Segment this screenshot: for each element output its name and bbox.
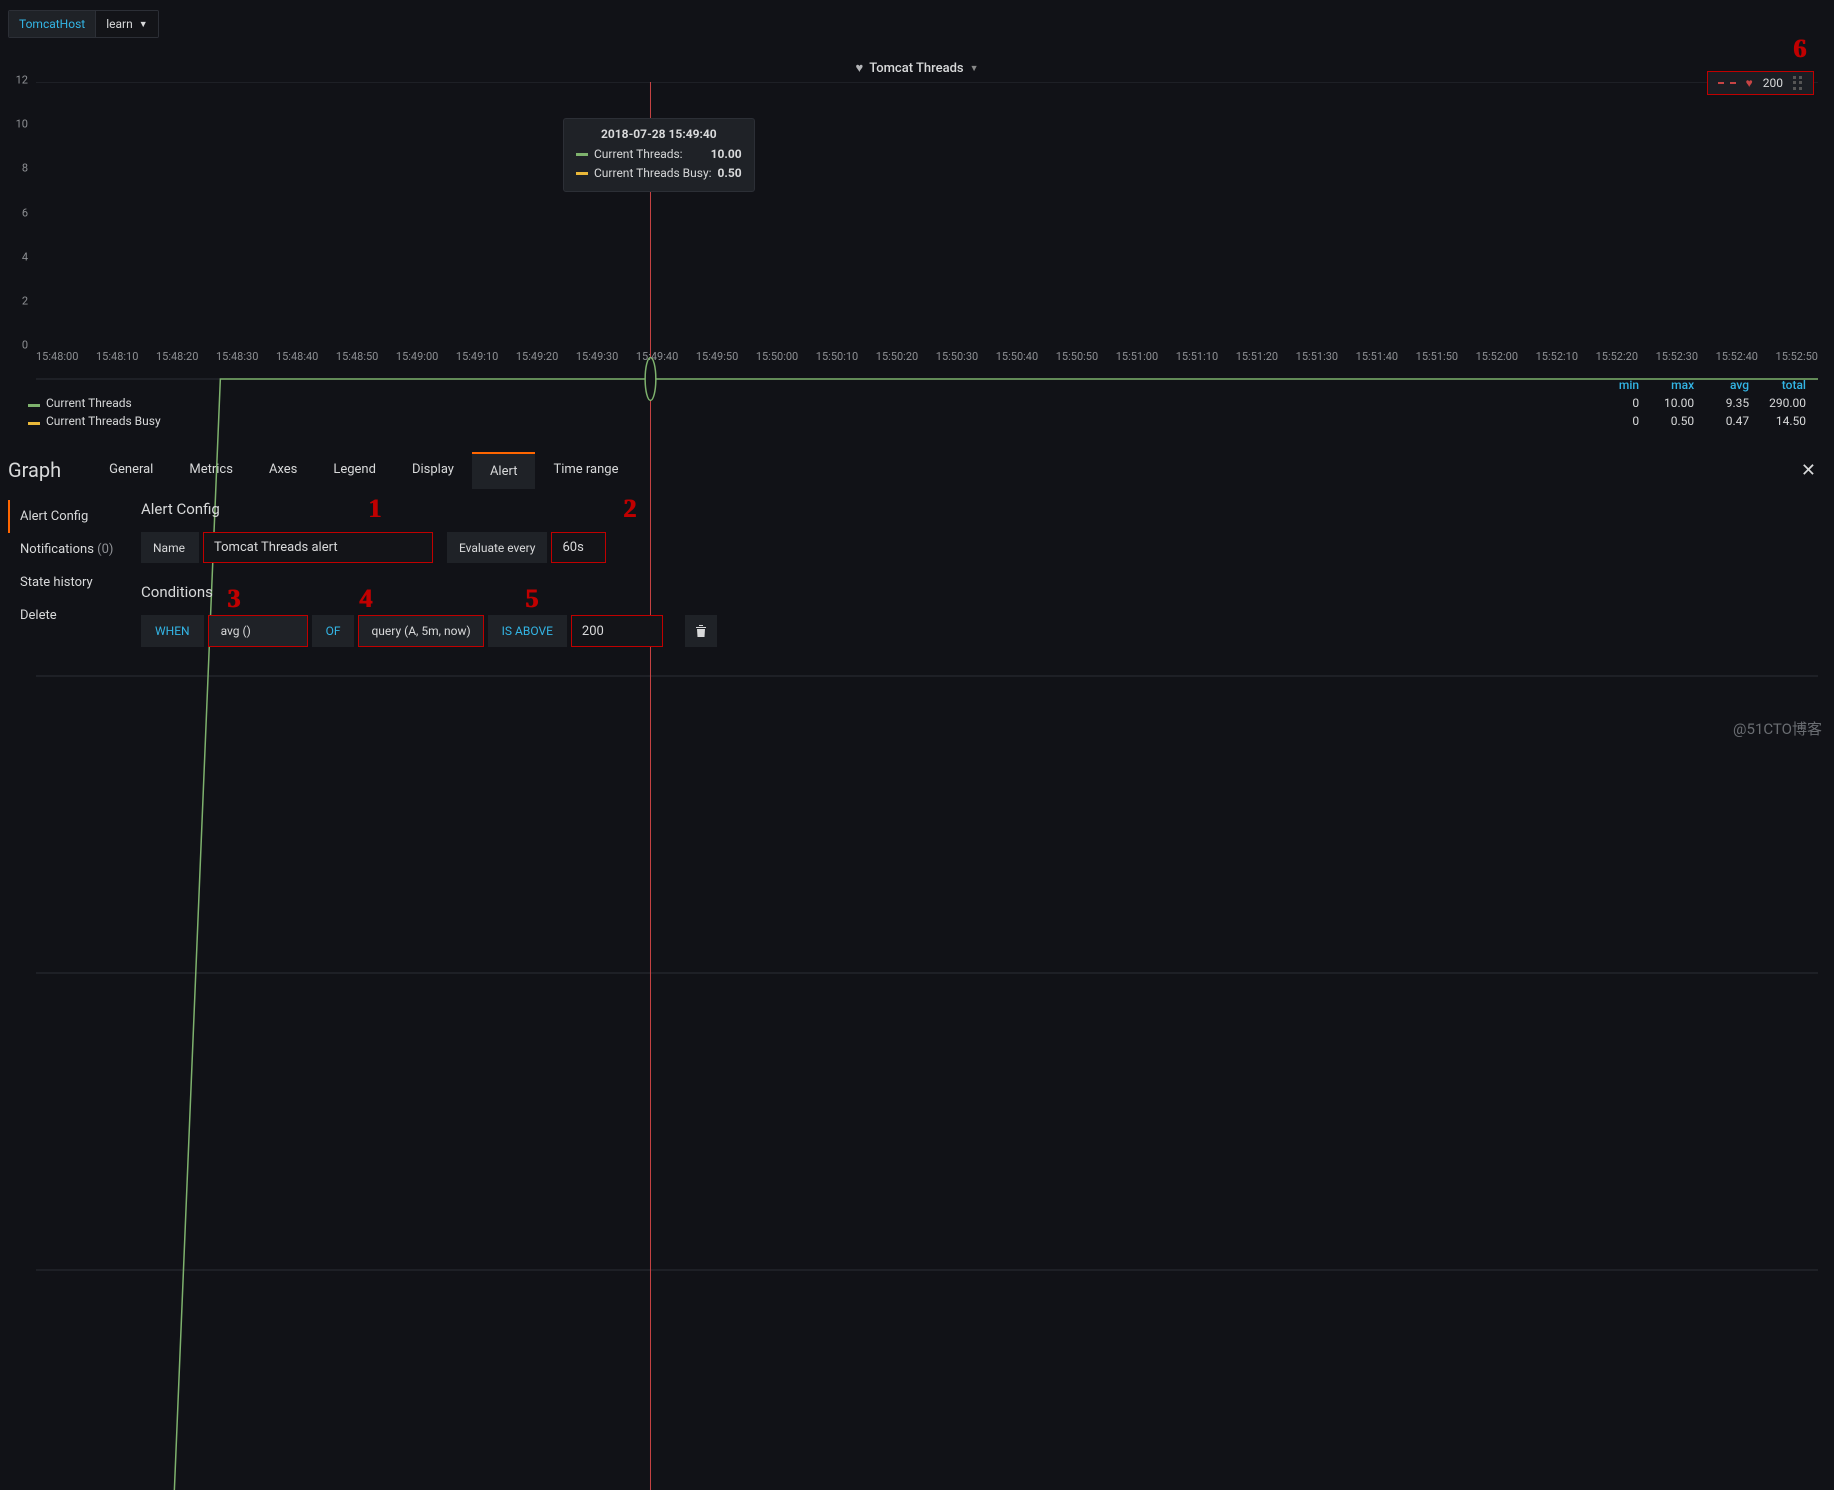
heart-break-icon: ♥ bbox=[1746, 76, 1753, 90]
trash-icon bbox=[695, 624, 707, 638]
grip-icon bbox=[1793, 76, 1803, 90]
evaluate-every-label: Evaluate every bbox=[447, 532, 547, 563]
alert-name-row: Name Evaluate every bbox=[141, 532, 1826, 563]
condition-row: WHEN avg () OF query (A, 5m, now) IS ABO… bbox=[141, 615, 1826, 647]
reducer-select[interactable]: avg () bbox=[208, 615, 308, 647]
evaluate-every-input[interactable] bbox=[551, 532, 606, 563]
of-keyword: OF bbox=[312, 615, 355, 647]
tooltip-time: 2018-07-28 15:49:40 bbox=[576, 127, 742, 141]
x-axis-labels: 15:48:0015:48:1015:48:2015:48:3015:48:40… bbox=[36, 350, 1818, 370]
chart-plot[interactable] bbox=[36, 82, 1818, 1490]
template-variable-value[interactable]: learn ▼ bbox=[96, 11, 157, 37]
chart-tooltip: 2018-07-28 15:49:40 Current Threads:10.0… bbox=[563, 118, 755, 192]
template-variable-value-text: learn bbox=[106, 17, 133, 31]
threshold-dash-icon bbox=[1718, 82, 1736, 84]
chart-area[interactable]: 024681012 2018-07-28 15:49:40 Current Th… bbox=[8, 80, 1826, 370]
watermark: @51CTO博客 bbox=[1733, 718, 1822, 739]
template-variable-bar: TomcatHost learn ▼ bbox=[0, 0, 1834, 38]
query-select[interactable]: query (A, 5m, now) bbox=[358, 615, 483, 647]
side-tabs: Alert ConfigNotifications (0)State histo… bbox=[8, 500, 123, 667]
is-above-keyword[interactable]: IS ABOVE bbox=[488, 615, 567, 647]
threshold-value: 200 bbox=[1763, 76, 1783, 90]
sidebar-item-state-history[interactable]: State history bbox=[10, 566, 123, 599]
threshold-indicator[interactable]: ♥ 200 bbox=[1707, 71, 1814, 95]
sidebar-item-alert-config[interactable]: Alert Config bbox=[10, 500, 123, 533]
alert-name-input[interactable] bbox=[203, 532, 433, 563]
name-label: Name bbox=[141, 532, 199, 563]
conditions-title: Conditions bbox=[141, 583, 1826, 601]
graph-panel: 6 ♥ Tomcat Threads ▼ ♥ 200 024681012 201… bbox=[8, 56, 1826, 430]
caret-down-icon: ▼ bbox=[139, 19, 148, 30]
caret-down-icon: ▼ bbox=[970, 63, 979, 74]
alert-config-area: Alert ConfigNotifications (0)State histo… bbox=[0, 490, 1834, 677]
threshold-input[interactable] bbox=[571, 615, 663, 647]
template-variable[interactable]: TomcatHost learn ▼ bbox=[8, 10, 159, 38]
sidebar-item-notifications[interactable]: Notifications (0) bbox=[10, 533, 123, 566]
y-axis-labels: 024681012 bbox=[8, 80, 32, 345]
delete-condition-button[interactable] bbox=[685, 615, 717, 647]
alert-form: 1 2 3 4 5 Alert Config Name Evaluate eve… bbox=[123, 500, 1826, 667]
template-variable-label: TomcatHost bbox=[9, 11, 96, 37]
sidebar-item-delete[interactable]: Delete bbox=[10, 599, 123, 632]
panel-title-text: Tomcat Threads bbox=[869, 61, 963, 76]
when-keyword: WHEN bbox=[141, 615, 204, 647]
alert-config-title: Alert Config bbox=[141, 500, 1826, 518]
heart-icon: ♥ bbox=[855, 60, 863, 76]
panel-title[interactable]: ♥ Tomcat Threads ▼ bbox=[8, 56, 1826, 80]
